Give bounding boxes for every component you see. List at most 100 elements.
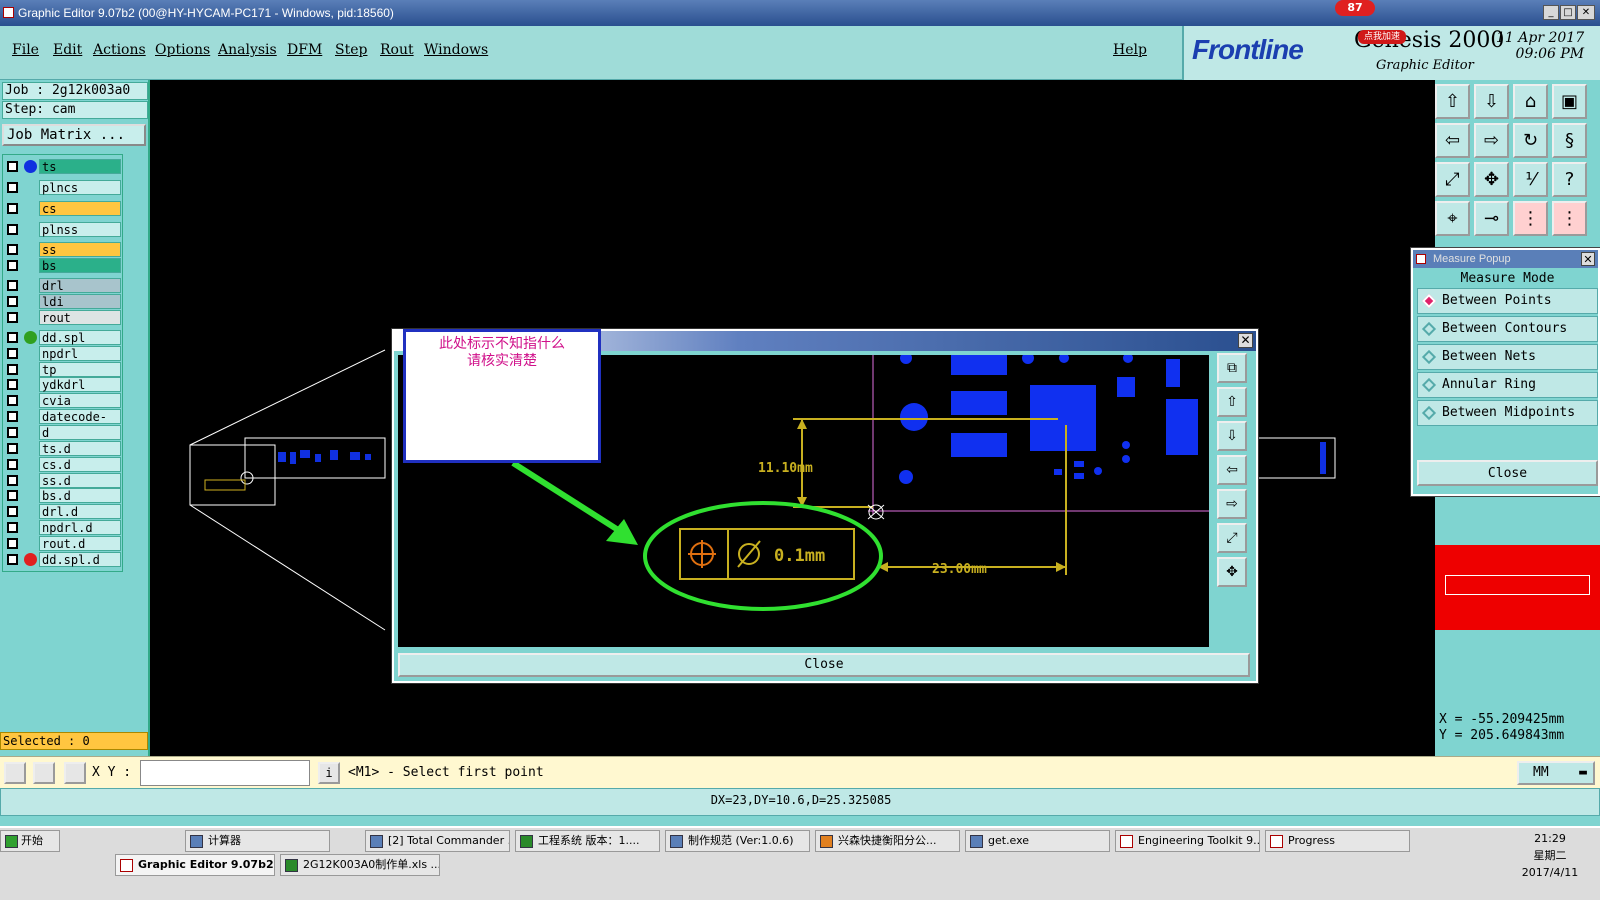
layer-row[interactable]: npdrl.d [3,520,123,535]
probe-icon[interactable]: ⊸ [1474,201,1509,236]
layer-row[interactable]: ss.d [3,473,123,488]
grid-icon[interactable] [64,762,86,784]
help-icon[interactable]: ? [1552,162,1587,197]
layer-row[interactable]: ts [3,159,123,174]
option-annular-ring[interactable]: Annular Ring [1417,372,1598,398]
menu-dfm[interactable]: DFM [287,42,322,58]
layer-checkbox[interactable] [7,522,18,533]
maximize-button[interactable]: □ [1560,5,1576,20]
layer-checkbox[interactable] [7,538,18,549]
layer-row[interactable]: ts.d [3,441,123,456]
task-engineering-toolkit[interactable]: Engineering Toolkit 9.... [1115,830,1260,852]
menu-analysis[interactable]: Analysis [218,42,277,58]
layer-row[interactable]: rout.d [3,536,123,551]
option-between-nets[interactable]: Between Nets [1417,344,1598,370]
layer-checkbox[interactable] [7,280,18,291]
layer-row[interactable]: d [3,425,123,440]
zoom-center-icon[interactable]: ✥ [1474,162,1509,197]
menu-rout[interactable]: Rout [380,42,414,58]
layer-row[interactable]: cs [3,201,123,216]
layer-checkbox[interactable] [7,364,18,375]
layer-row[interactable]: plncs [3,180,123,195]
menu-edit[interactable]: Edit [53,42,82,58]
layer-row[interactable]: plnss [3,222,123,237]
task-graphic-editor[interactable]: Graphic Editor 9.07b2 ... [115,854,275,876]
select-tool-icon[interactable] [4,762,26,784]
layer-checkbox[interactable] [7,379,18,390]
pan-left-icon[interactable]: ⇦ [1435,123,1470,158]
menu-options[interactable]: Options [155,42,210,58]
layer-checkbox[interactable] [7,506,18,517]
layer-checkbox[interactable] [7,427,18,438]
layer-checkbox[interactable] [7,182,18,193]
menu-step[interactable]: Step [335,42,367,58]
layer-row[interactable]: datecode-ts [3,409,123,438]
zoom-up-icon[interactable]: ⇧ [1217,387,1247,417]
zoom-fit-icon[interactable]: ⤢ [1435,162,1470,197]
layer-row[interactable]: rout [3,310,123,325]
close-icon[interactable]: ✕ [1581,252,1595,266]
scale-one-to-two-icon[interactable]: ⅟ [1513,162,1548,197]
pan-right-icon[interactable]: ⇨ [1474,123,1509,158]
layer-row[interactable]: cs.d [3,457,123,472]
layer-checkbox[interactable] [7,443,18,454]
measure-angle-icon[interactable] [33,762,55,784]
xy-input[interactable] [140,760,310,786]
layer-row[interactable]: cvia [3,393,123,408]
layer-checkbox[interactable] [7,475,18,486]
layer-checkbox[interactable] [7,459,18,470]
layer-row[interactable]: drl.d [3,504,123,519]
net-compare-icon[interactable]: ⋮ [1552,201,1587,236]
job-matrix-button[interactable]: Job Matrix ... [2,124,146,146]
layer-row[interactable]: bs.d [3,488,123,503]
snap-icon[interactable]: § [1552,123,1587,158]
zoom-home-icon[interactable]: ⇧ [1435,84,1470,119]
pan-down-icon[interactable]: ⇩ [1474,84,1509,119]
menu-help[interactable]: Help [1113,42,1147,58]
layer-checkbox[interactable] [7,554,18,565]
window-icon[interactable]: ▣ [1552,84,1587,119]
layer-checkbox[interactable] [7,161,18,172]
task-get-exe[interactable]: get.exe [965,830,1110,852]
layer-checkbox[interactable] [7,244,18,255]
measure-close-button[interactable]: Close [1417,460,1598,486]
zoom-center-icon[interactable]: ✥ [1217,557,1247,587]
task-progress[interactable]: Progress [1265,830,1410,852]
layer-row[interactable]: npdrl [3,346,123,361]
zoom-close-button[interactable]: Close [398,653,1250,677]
option-between-midpoints[interactable]: Between Midpoints [1417,400,1598,426]
layer-row[interactable]: tp [3,362,123,377]
start-button[interactable]: 开始 [0,830,60,852]
units-selector[interactable]: MM ▬ [1517,761,1595,785]
clock[interactable]: 21:29 星期二 2017/4/11 [1520,830,1580,881]
option-between-points[interactable]: Between Points [1417,288,1598,314]
layer-checkbox[interactable] [7,411,18,422]
task-excel-file[interactable]: 2G12K003A0制作单.xls ... [280,854,440,876]
menu-actions[interactable]: Actions [93,42,146,58]
layer-checkbox[interactable] [7,203,18,214]
layer-checkbox[interactable] [7,296,18,307]
layer-checkbox[interactable] [7,312,18,323]
info-icon[interactable]: i [318,762,340,784]
menu-file[interactable]: File [12,42,39,58]
layer-row[interactable]: dd.spl [3,330,123,345]
zoom-left-icon[interactable]: ⇦ [1217,455,1247,485]
close-window-button[interactable]: ✕ [1577,5,1595,20]
measure-tool-icon[interactable]: ⌖ [1435,201,1470,236]
layer-row[interactable]: ss [3,242,123,257]
layer-checkbox[interactable] [7,348,18,359]
layer-row[interactable]: ydkdrl [3,377,123,392]
close-icon[interactable]: ✕ [1238,333,1253,348]
layer-row[interactable]: ldi [3,294,123,309]
notification-badge[interactable]: 87 [1335,0,1375,16]
speed-up-badge[interactable]: 点我加速 [1358,30,1406,44]
layer-checkbox[interactable] [7,490,18,501]
zoom-down-icon[interactable]: ⇩ [1217,421,1247,451]
menu-windows[interactable]: Windows [424,42,488,58]
option-between-contours[interactable]: Between Contours [1417,316,1598,342]
layer-checkbox[interactable] [7,332,18,343]
layer-row[interactable]: drl [3,278,123,293]
zoom-right-icon[interactable]: ⇨ [1217,489,1247,519]
layer-checkbox[interactable] [7,395,18,406]
layer-checkbox[interactable] [7,224,18,235]
